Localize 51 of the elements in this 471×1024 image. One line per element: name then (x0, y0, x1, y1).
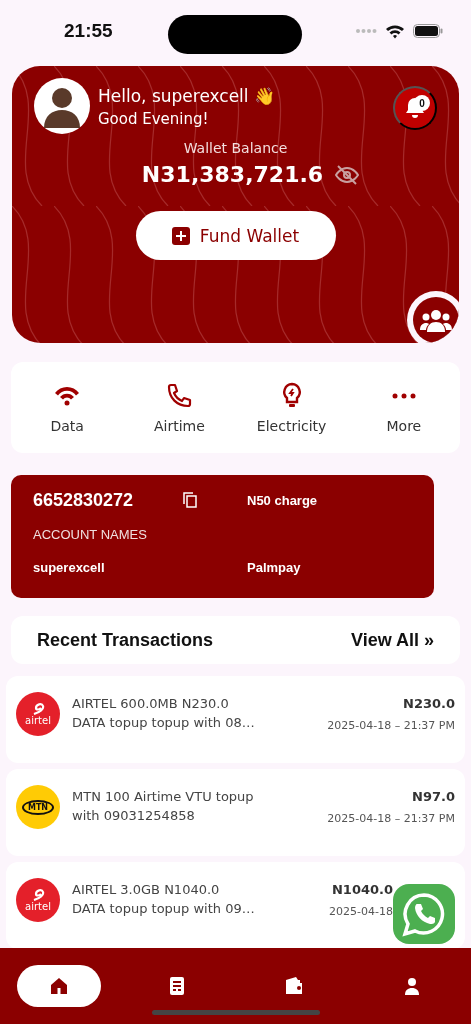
home-icon (48, 976, 69, 996)
transaction-description: MTN 100 Airtime VTU topup with 09031254858 (72, 788, 255, 825)
account-names-label: ACCOUNT NAMES (33, 526, 148, 542)
swirl-icon (31, 702, 45, 715)
time-of-day-text: Good Evening! (98, 110, 210, 128)
balance-amount: N31,383,721.6 (141, 162, 324, 187)
transaction-date: 2025-04-18 – 21:37 PM (327, 719, 455, 732)
swirl-icon (31, 888, 45, 901)
more-icon (391, 392, 416, 399)
carrier-logo: airtel (16, 878, 60, 922)
account-name: superexcell (33, 559, 106, 575)
transaction-date: 2025-04-18 – 21:37 PM (327, 812, 455, 825)
avatar[interactable] (34, 78, 90, 134)
transaction-description: AIRTEL 600.0MB N230.0 DATA topup topup with 08… (72, 695, 256, 732)
signal-icon (355, 28, 377, 34)
bank-name: Palmpay (247, 559, 302, 575)
account-number: 6652830272 (33, 489, 135, 511)
status-time: 21:55 (64, 20, 113, 42)
transaction-amount: N97.0 (412, 789, 455, 804)
chat-button[interactable] (393, 884, 455, 944)
plus-icon (171, 226, 190, 245)
transaction-card[interactable]: MTN MTN 100 Airtime VTU topup with 09031254858 N97.0 2025-04-18 – 21:37 PM (6, 769, 465, 856)
notification-count: 0 (414, 95, 430, 111)
balance-label: Wallet Balance (183, 140, 288, 156)
carrier-logo: MTN (16, 785, 60, 829)
phone-icon (165, 381, 194, 410)
carrier-logo: airtel (16, 692, 60, 736)
transaction-date: 2025-04-18 (329, 905, 393, 918)
transaction-card[interactable]: airtel AIRTEL 600.0MB N230.0 DATA topup topup with 08… N230.0 2025-04-18 – 21:37 PM (6, 676, 465, 763)
transaction-amount: N1040.0 (331, 882, 393, 897)
transaction-amount: N230.0 (403, 696, 455, 711)
quick-action[interactable]: More (347, 381, 460, 434)
quick-action[interactable]: Airtime (123, 381, 236, 434)
transaction-description: AIRTEL 3.0GB N1040.0 DATA topup topup with 09… (72, 881, 256, 918)
copy-icon[interactable] (183, 492, 197, 508)
section-title: Recent Transactions (37, 629, 214, 651)
eye-slash-icon[interactable] (335, 164, 360, 185)
quick-action[interactable]: Data (11, 381, 124, 434)
fund-wallet-button[interactable]: Fund Wallet (135, 211, 336, 260)
chat-phone-icon (401, 891, 447, 937)
group-icon (420, 307, 452, 333)
notification-button[interactable]: 0 (393, 86, 437, 130)
nav-tab[interactable] (16, 965, 101, 1007)
wifi-icon (385, 23, 405, 39)
greeting-text: Hello, superexcell 👋 (98, 86, 275, 106)
quick-action[interactable]: Electricity (235, 381, 348, 434)
wallet-icon (284, 976, 305, 996)
group-button[interactable] (413, 297, 459, 343)
charge-text: N50 charge (247, 492, 319, 508)
battery-icon (413, 24, 443, 38)
view-all-link[interactable]: View All » (350, 629, 434, 651)
